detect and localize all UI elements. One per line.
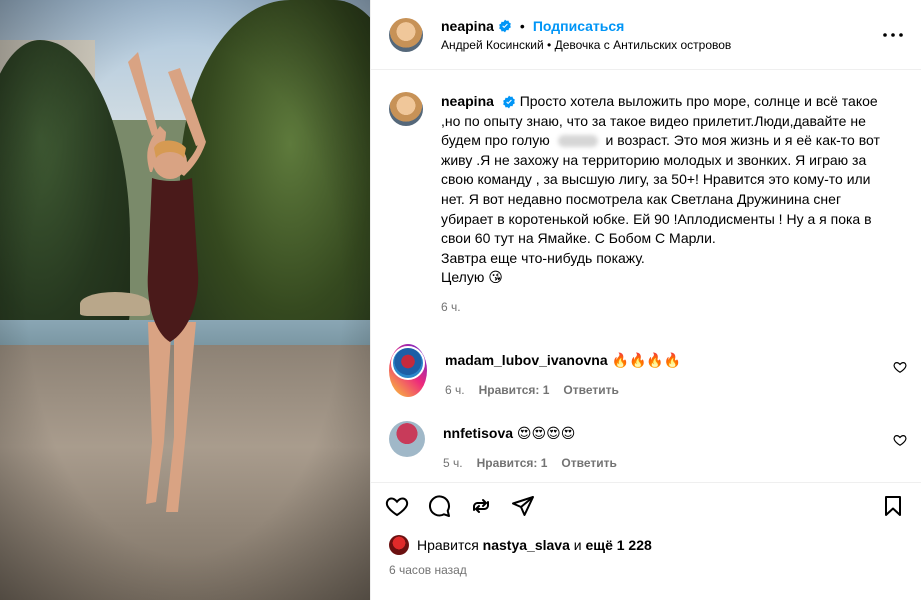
action-bar (385, 493, 905, 519)
comment-age[interactable]: 5 ч. (443, 456, 463, 470)
post-header: neapina • Подписаться Андрей Косинский •… (371, 0, 921, 70)
follow-button[interactable]: Подписаться (533, 18, 625, 34)
post-media-video[interactable] (0, 0, 370, 600)
likes-summary: Нравится nastya_slava и ещё 1 228 (385, 535, 905, 555)
verified-badge-icon (499, 19, 511, 32)
caption-username[interactable]: neapina (441, 93, 494, 109)
likes-count[interactable]: ещё 1 228 (585, 537, 651, 553)
comment-text: 🔥🔥🔥🔥 (611, 351, 682, 368)
repost-icon[interactable] (469, 494, 493, 518)
comment-icon[interactable] (427, 494, 451, 518)
caption-text: Завтра еще что-нибудь покажу. (441, 249, 645, 266)
reply-button[interactable]: Ответить (561, 456, 616, 470)
post-header-info: neapina • Подписаться Андрей Косинский •… (441, 18, 881, 52)
post-actions: Нравится nastya_slava и ещё 1 228 6 часо… (371, 482, 921, 577)
verified-badge-icon (502, 95, 515, 109)
author-username[interactable]: neapina (441, 18, 494, 34)
liker-avatar[interactable] (389, 535, 409, 555)
audio-track[interactable]: Девочка с Антильских островов (555, 38, 732, 52)
comment-item: madam_lubov_ivanovna 🔥🔥🔥🔥 6 ч. Нравится:… (371, 343, 921, 397)
separator-dot: • (519, 17, 525, 34)
post-timestamp[interactable]: 6 часов назад (385, 563, 905, 577)
audio-info: Андрей Косинский • Девочка с Антильских … (441, 38, 881, 52)
audio-artist[interactable]: Андрей Косинский (441, 38, 544, 52)
separator-dot: • (547, 37, 552, 52)
post-caption: neapina Просто хотела выложить про море,… (371, 70, 921, 318)
author-avatar[interactable] (389, 92, 423, 126)
commenter-avatar (391, 345, 425, 380)
commenter-avatar[interactable] (389, 420, 425, 457)
bookmark-icon[interactable] (881, 494, 905, 518)
media-vignette (0, 0, 370, 600)
comment-item: nnfetisova 😍😍😍😍 5 ч. Нравится: 1 Ответит… (371, 420, 921, 470)
commenter-username[interactable]: nnfetisova (443, 425, 513, 441)
comment-likes[interactable]: Нравится: 1 (479, 383, 550, 397)
liker-username[interactable]: nastya_slava (483, 537, 570, 553)
comment-like-heart-icon[interactable] (893, 433, 907, 447)
more-options-icon (883, 32, 903, 37)
comment-like-heart-icon[interactable] (893, 360, 907, 374)
caption-text: Целую 😘 (441, 269, 503, 286)
blurred-word (557, 135, 598, 148)
heart-icon[interactable] (385, 494, 409, 518)
likes-prefix: Нравится (417, 537, 479, 553)
caption-age[interactable]: 6 ч. (441, 298, 891, 318)
author-avatar[interactable] (389, 17, 423, 52)
likes-connector: и (573, 537, 582, 553)
comment-age[interactable]: 6 ч. (445, 383, 465, 397)
comment-text: 😍😍😍😍 (516, 424, 576, 441)
share-icon[interactable] (511, 494, 535, 518)
comments-section[interactable]: neapina Просто хотела выложить про море,… (371, 70, 921, 482)
more-options-button[interactable] (881, 23, 905, 47)
commenter-story-ring[interactable] (389, 343, 427, 397)
comment-likes[interactable]: Нравится: 1 (477, 456, 548, 470)
commenter-username[interactable]: madam_lubov_ivanovna (445, 352, 608, 368)
reply-button[interactable]: Ответить (563, 383, 618, 397)
caption-text: и возраст. Это моя жизнь и я её как-то в… (441, 132, 880, 247)
post-details-panel: neapina • Подписаться Андрей Косинский •… (370, 0, 921, 600)
